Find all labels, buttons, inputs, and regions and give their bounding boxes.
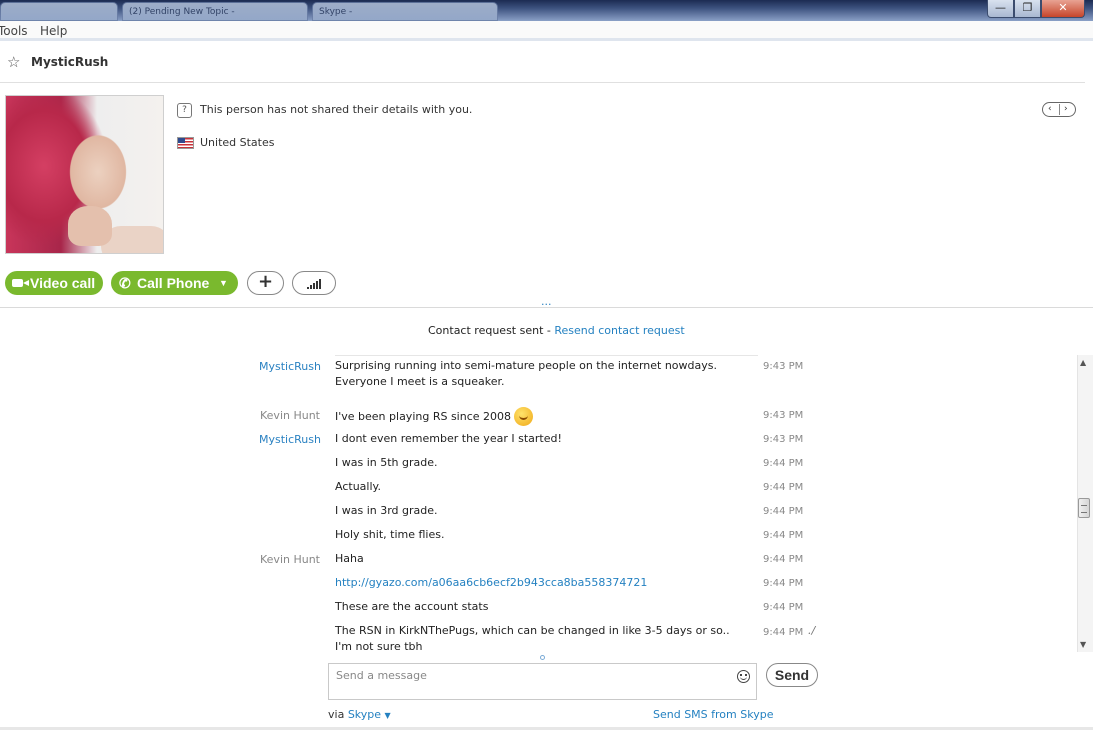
message-time: 9:44 PM (763, 482, 804, 493)
resize-handle-icon[interactable] (540, 655, 545, 660)
video-camera-icon (12, 279, 23, 287)
avatar-photo-detail (68, 206, 112, 246)
via-label: via (328, 708, 348, 721)
via-skype-dropdown[interactable]: Skype (348, 708, 381, 721)
typing-indicator-icon: ./ (808, 624, 816, 637)
profile-divider (0, 307, 1093, 308)
header-divider (0, 82, 1085, 83)
message-link[interactable]: http://gyazo.com/a06aa6cb6ecf2b943cca8ba… (335, 575, 755, 591)
message-sender[interactable]: Kevin Hunt (259, 553, 320, 566)
message-time: 9:43 PM (763, 410, 804, 421)
send-via: via Skype ▼ (328, 708, 391, 721)
message-time: 9:44 PM (763, 602, 804, 613)
scrollbar-thumb[interactable] (1078, 498, 1090, 518)
details-notice: This person has not shared their details… (200, 103, 473, 116)
add-participant-button[interactable]: + (247, 271, 284, 295)
message-time: 9:43 PM (763, 361, 804, 372)
message-text: I was in 3rd grade. (335, 504, 438, 517)
message-text: Holy shit, time flies. (335, 528, 445, 541)
message-text: Surprising running into semi-mature peop… (335, 359, 717, 388)
menu-item-help[interactable]: Help (40, 24, 67, 38)
message-sender[interactable]: MysticRush (259, 433, 321, 446)
browser-tab[interactable]: (2) Pending New Topic - (122, 2, 308, 21)
message-time: 9:44 PM (763, 506, 804, 517)
browser-tab[interactable] (0, 2, 118, 21)
minimize-button[interactable]: — (987, 0, 1014, 18)
chevron-down-icon[interactable]: ▼ (219, 271, 228, 295)
call-quality-button[interactable] (292, 271, 336, 295)
message-text: Haha (335, 552, 364, 565)
message-time: 9:43 PM (763, 434, 804, 445)
pager-divider (1059, 104, 1060, 115)
chevron-down-icon[interactable]: ▼ (385, 711, 391, 720)
message-time: 9:44 PM (763, 530, 804, 541)
message-time: 9:44 PM (763, 578, 804, 589)
message-input-placeholder: Send a message (336, 669, 427, 682)
message-body: I've been playing RS since 2008 (335, 410, 512, 423)
message-text: I've been playing RS since 2008 (335, 407, 755, 426)
message-sender[interactable]: Kevin Hunt (259, 409, 320, 422)
message-text: Actually. (335, 480, 381, 493)
contact-request-status: Contact request sent - Resend contact re… (428, 324, 685, 337)
send-sms-link[interactable]: Send SMS from Skype (653, 708, 773, 721)
us-flag-icon (177, 137, 194, 149)
message-time: 9:44 PM (763, 458, 804, 469)
request-sent-text: Contact request sent - (428, 324, 555, 337)
toolbar-divider (0, 38, 1093, 41)
chevron-right-icon[interactable]: › (1064, 104, 1068, 115)
browser-tab[interactable]: Skype - (312, 2, 498, 21)
question-icon: ? (177, 103, 192, 118)
maximize-button[interactable]: ❐ (1014, 0, 1041, 18)
close-button[interactable]: ✕ (1041, 0, 1085, 18)
send-button[interactable]: Send (766, 663, 818, 687)
phone-icon: ✆ (119, 275, 131, 291)
message-time: 9:44 PM (763, 627, 804, 638)
scroll-down-icon[interactable]: ▼ (1080, 640, 1086, 649)
smiley-icon[interactable] (737, 670, 750, 683)
contact-avatar (5, 95, 164, 254)
contact-name: MysticRush (31, 55, 109, 69)
window-titlebar: (2) Pending New Topic - Skype - — ❐ ✕ (0, 0, 1093, 21)
tongue-emoticon-icon (514, 407, 534, 426)
message-time: 9:44 PM (763, 554, 804, 565)
chevron-left-icon[interactable]: ‹ (1048, 104, 1052, 115)
message-text: The RSN in KirkNThePugs, which can be ch… (335, 624, 730, 653)
star-icon[interactable]: ☆ (7, 53, 20, 71)
video-call-button[interactable]: Video call (5, 271, 103, 295)
profile-pager: ‹ › (1042, 102, 1076, 117)
message-text: These are the account stats (335, 600, 489, 613)
resend-request-link[interactable]: Resend contact request (554, 324, 684, 337)
message-text: I was in 5th grade. (335, 456, 438, 469)
video-call-label: Video call (30, 275, 96, 291)
call-phone-button[interactable]: ✆ Call Phone ▼ (111, 271, 238, 295)
contact-country: United States (200, 136, 275, 149)
message-text: I dont even remember the year I started! (335, 432, 562, 445)
message-input[interactable]: Send a message (328, 663, 757, 700)
chat-divider (335, 355, 758, 356)
menu-item-tools[interactable]: Tools (0, 24, 28, 38)
scroll-up-icon[interactable]: ▲ (1080, 358, 1086, 367)
call-phone-label: Call Phone (137, 275, 210, 291)
message-sender[interactable]: MysticRush (259, 360, 321, 373)
